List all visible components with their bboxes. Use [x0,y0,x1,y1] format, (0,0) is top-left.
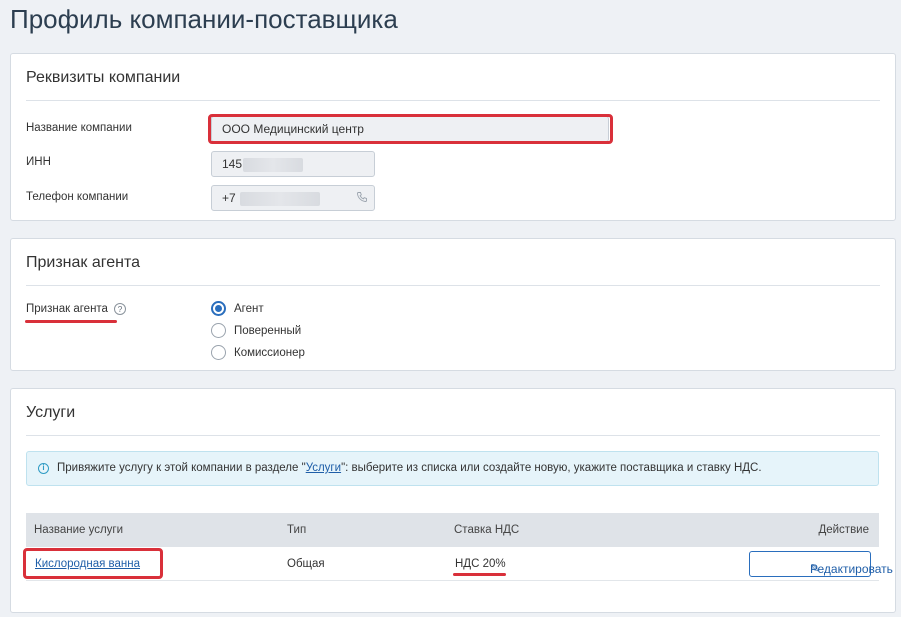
table-header: Название услуги Тип Ставка НДС Действие [26,513,879,547]
company-details-title: Реквизиты компании [26,69,181,86]
divider [26,435,880,436]
inn-redacted [243,157,304,172]
header-action: Действие [818,524,869,536]
radio-commissioner-label: Комиссионер [234,346,305,359]
agent-label: Признак агента? [26,303,126,315]
table-row: Кислородная ванна Общая НДС 20% ✎ Редакти… [26,547,893,581]
phone-redacted [239,191,320,206]
radio-commissioner[interactable]: Комиссионер [211,345,305,360]
info-text-suffix: ": выберите из списка или создайте новую… [341,462,762,474]
header-type: Тип [287,524,307,536]
phone-value: +7 [222,191,236,205]
services-panel: Услуги i Привяжите услугу к этой компани… [10,388,896,613]
services-link[interactable]: Услуги [306,462,341,474]
company-details-panel: Реквизиты компании Название компании ООО… [10,53,896,221]
inn-input[interactable]: 145 [211,151,375,177]
radio-agent-label: Агент [234,302,264,315]
header-vat: Ставка НДС [454,524,520,536]
divider [26,100,880,101]
edit-button-label: Редактировать [810,562,893,576]
divider [26,285,880,286]
phone-icon [357,192,367,202]
radio-attorney-button[interactable] [211,323,226,338]
agent-label-text: Признак агента [26,303,108,316]
service-name-link[interactable]: Кислородная ванна [35,547,140,581]
info-message: i Привяжите услугу к этой компании в раз… [26,451,879,486]
radio-agent-button[interactable] [211,301,226,316]
agent-panel-title: Признак агента [26,254,141,271]
info-icon: i [38,463,49,474]
radio-agent[interactable]: Агент [211,301,264,316]
company-name-input[interactable]: ООО Медицинский центр [211,116,609,142]
help-icon[interactable]: ? [113,303,126,315]
phone-label: Телефон компании [26,191,129,203]
inn-value: 145 [222,157,243,171]
agent-label-underline [25,320,117,323]
radio-attorney-label: Поверенный [234,324,302,337]
edit-button[interactable]: ✎ Редактировать [749,551,893,577]
company-name-label: Название компании [26,122,132,134]
page-title: Профиль компании-поставщика [10,4,398,34]
header-name: Название услуги [34,524,124,536]
info-text-prefix: Привяжите услугу к этой компании в разде… [57,462,306,474]
services-table: Название услуги Тип Ставка НДС Действие … [26,513,893,581]
services-panel-title: Услуги [26,404,76,421]
vat-underline [453,573,506,576]
agent-panel: Признак агента Признак агента? Агент Пов… [10,238,896,371]
radio-commissioner-button[interactable] [211,345,226,360]
radio-attorney[interactable]: Поверенный [211,323,301,338]
phone-input[interactable]: +7 [211,185,375,211]
service-type: Общая [287,558,325,570]
inn-label: ИНН [26,156,51,168]
